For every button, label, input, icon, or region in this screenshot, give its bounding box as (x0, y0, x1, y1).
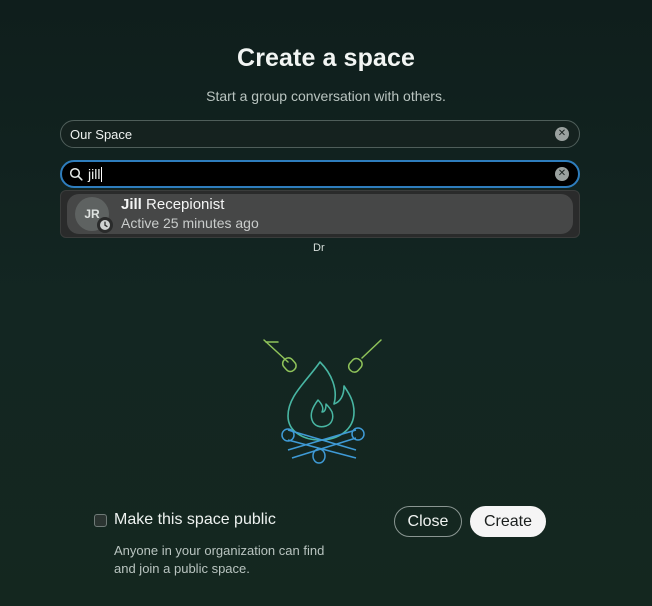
search-value-wrap[interactable]: jill (88, 166, 555, 182)
space-name-input[interactable]: Our Space ✕ (60, 120, 580, 148)
close-button[interactable]: Close (394, 506, 462, 537)
clock-icon (97, 217, 113, 233)
search-icon (69, 167, 83, 181)
public-checkbox[interactable] (94, 513, 107, 527)
search-value[interactable]: jill (88, 166, 100, 182)
space-name-value[interactable]: Our Space (70, 127, 555, 142)
clear-icon[interactable]: ✕ (555, 127, 569, 141)
public-option[interactable]: Make this space public (94, 511, 276, 529)
avatar-initials: JR (84, 207, 100, 221)
avatar: JR (75, 197, 113, 233)
campfire-illustration (263, 339, 382, 464)
create-button[interactable]: Create (470, 506, 546, 537)
clear-search-icon[interactable]: ✕ (555, 167, 569, 181)
text-caret (101, 166, 103, 182)
result-name-match: Jill (121, 196, 142, 213)
partially-hidden-text: Dr (313, 242, 325, 254)
public-help-text: Anyone in your organization can find and… (114, 543, 325, 576)
result-text: Jill Recepionist Active 25 minutes ago (121, 196, 259, 232)
search-results-dropdown: JR Jill Recepionist Active 25 minutes ag… (60, 190, 580, 238)
dialog-subtitle: Start a group conversation with others. (206, 88, 446, 104)
people-search-input[interactable]: jill ✕ (60, 160, 580, 188)
public-label[interactable]: Make this space public (114, 511, 276, 529)
result-name: Jill Recepionist (121, 196, 259, 214)
search-result-item[interactable]: JR Jill Recepionist Active 25 minutes ag… (67, 194, 573, 234)
result-status: Active 25 minutes ago (121, 215, 259, 231)
dialog-title: Create a space (237, 44, 415, 72)
result-name-rest: Recepionist (141, 196, 225, 213)
